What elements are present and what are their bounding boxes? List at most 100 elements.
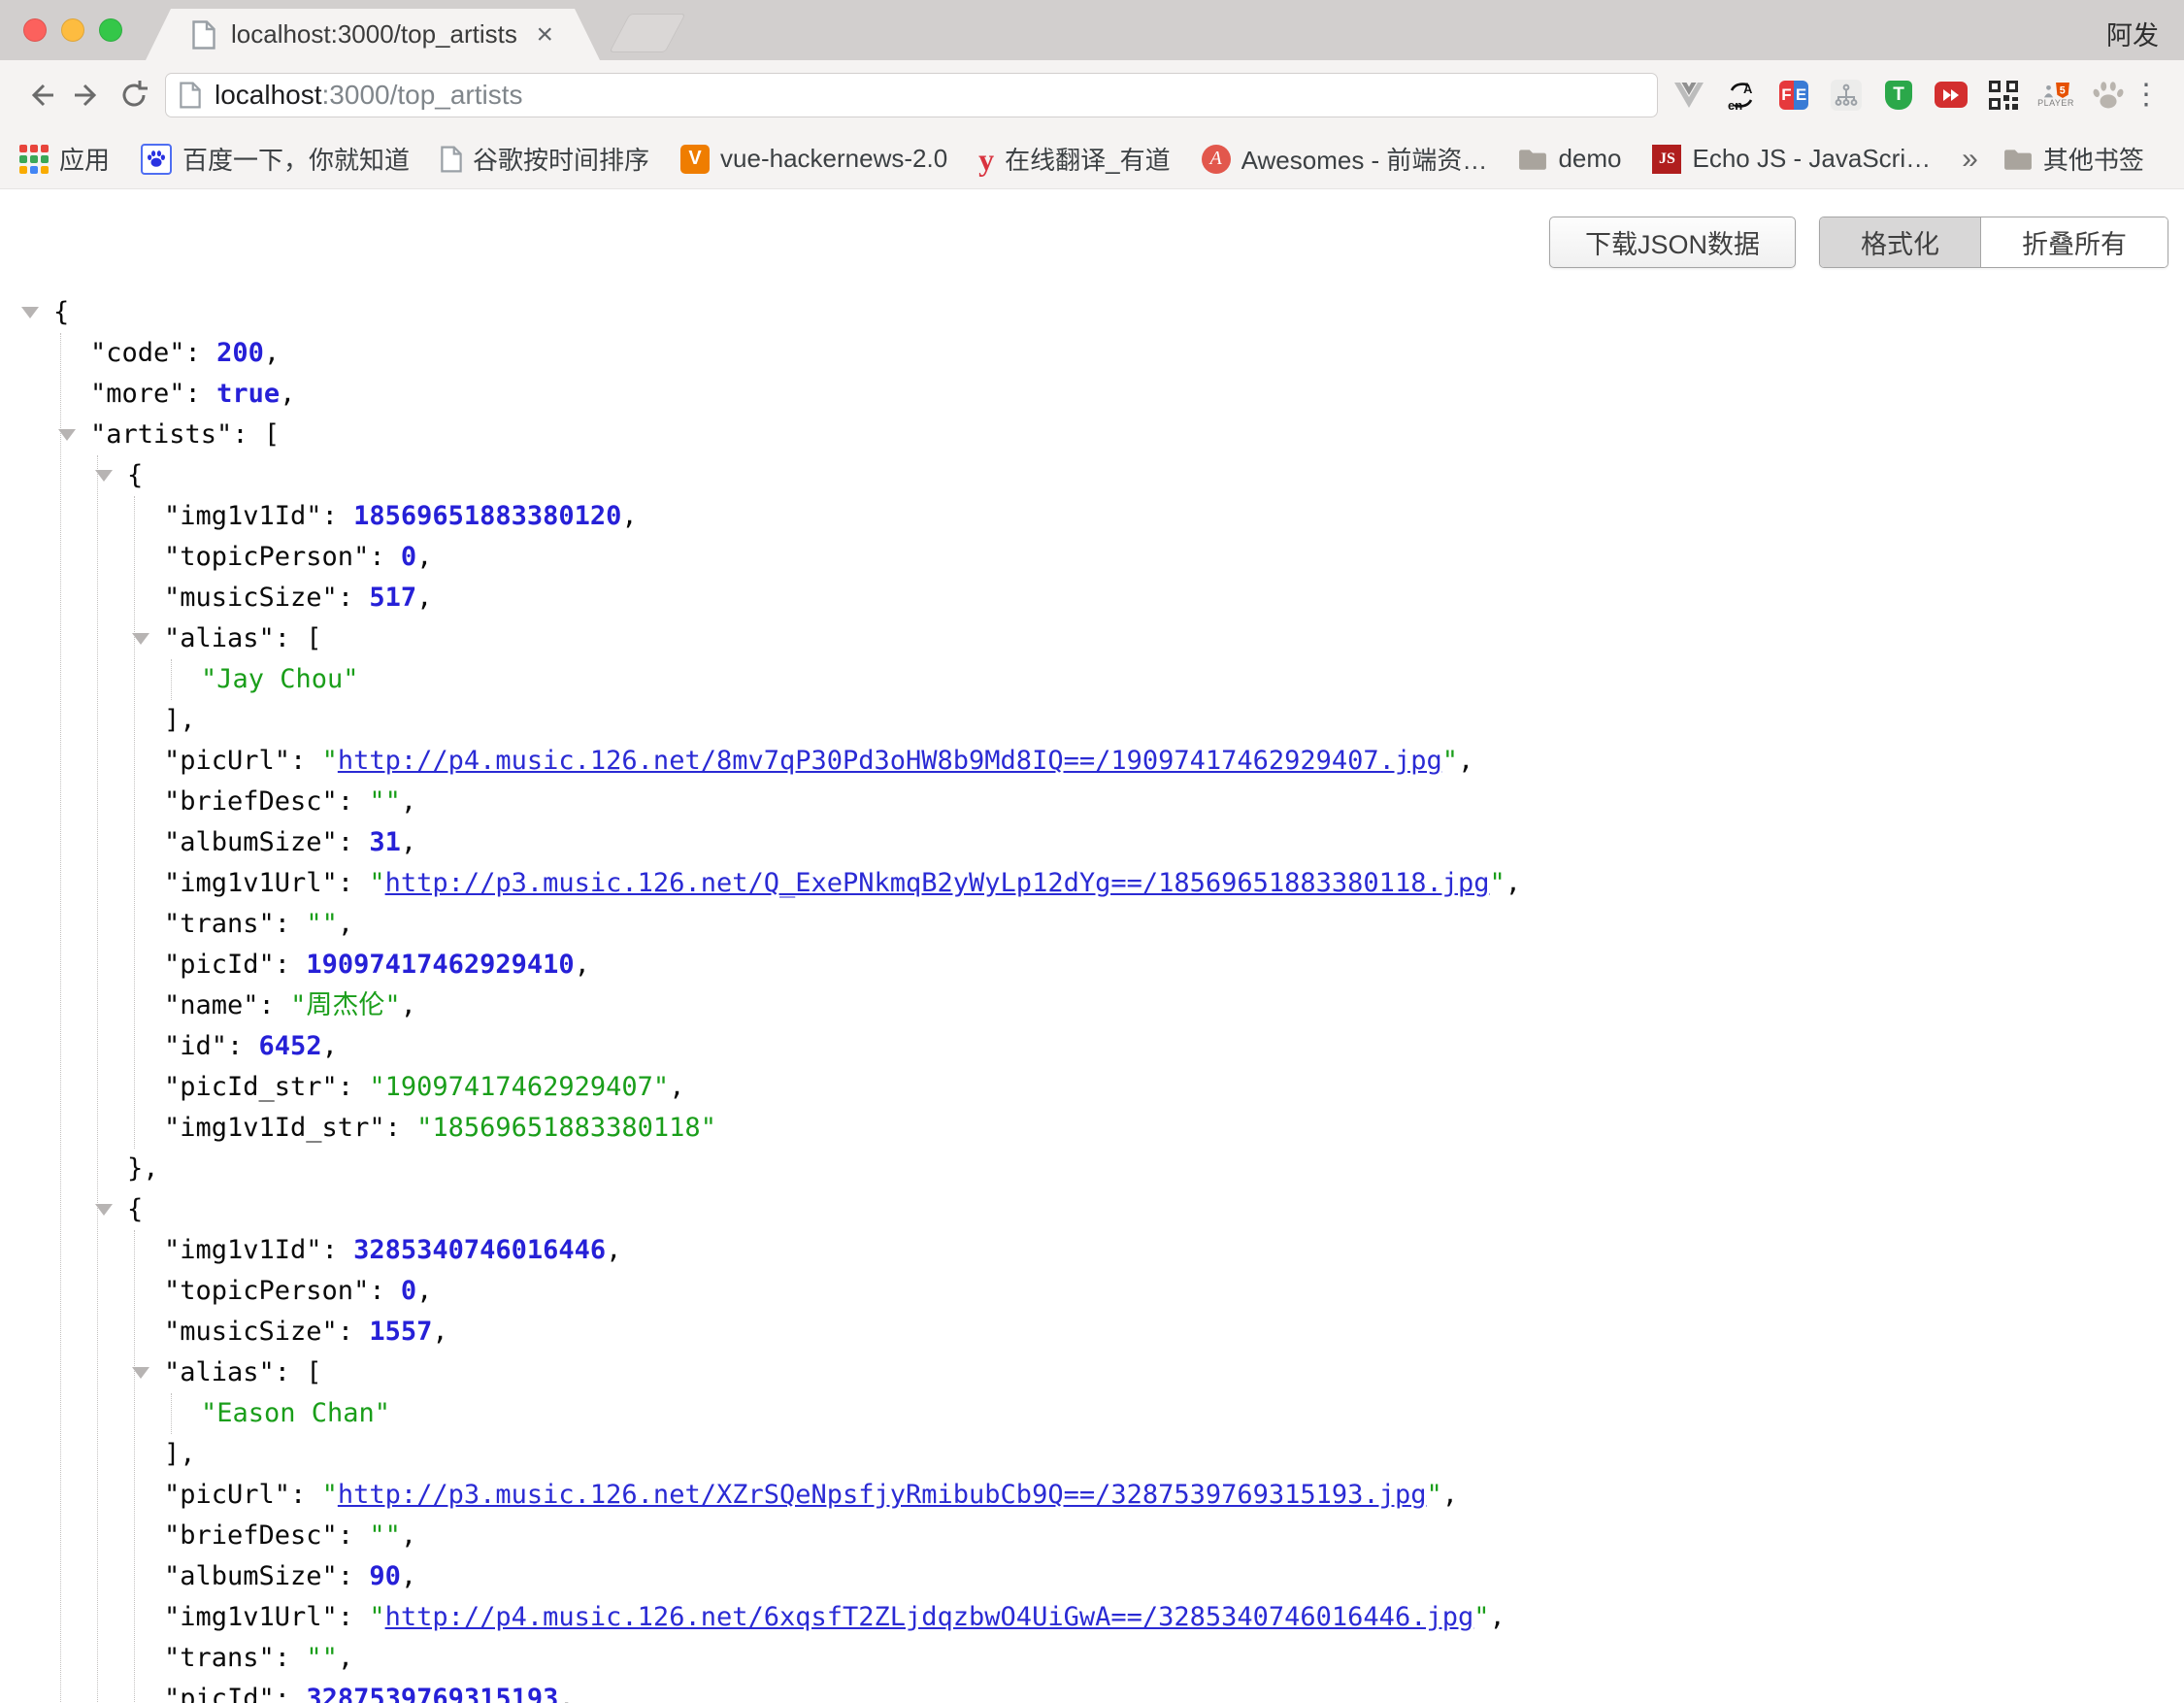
json-line: "id": 6452, xyxy=(164,1026,2184,1067)
json-token: "" xyxy=(369,1520,401,1551)
json-token: true xyxy=(216,379,280,409)
json-line: "musicSize": 517, xyxy=(164,578,2184,618)
collapse-all-button[interactable]: 折叠所有 xyxy=(1980,217,2167,267)
json-token: , xyxy=(621,501,637,531)
minimize-window-icon[interactable] xyxy=(61,18,84,42)
baidu-paw-icon xyxy=(141,144,172,175)
fehelper-icon[interactable]: FE xyxy=(1776,76,1811,115)
new-tab-button[interactable] xyxy=(609,14,685,52)
browser-menu-icon[interactable]: ⋮ xyxy=(2126,78,2167,112)
json-token: "" xyxy=(306,1643,338,1673)
reload-button[interactable] xyxy=(111,72,157,118)
json-token: ], xyxy=(164,705,196,735)
json-line: "Eason Chan" xyxy=(201,1393,2184,1434)
collapse-triangle-icon[interactable] xyxy=(58,429,76,441)
qrcode-icon[interactable] xyxy=(1986,76,2021,115)
bookmark-label: vue-hackernews-2.0 xyxy=(720,144,947,174)
json-token: : xyxy=(338,1561,370,1591)
json-line: "img1v1Id": 3285340746016446, xyxy=(164,1230,2184,1271)
other-bookmarks[interactable]: 其他书签 xyxy=(2003,141,2144,177)
json-token: : xyxy=(322,501,354,531)
json-token: , xyxy=(1442,1480,1458,1510)
bookmarks-overflow-icon[interactable]: » xyxy=(1962,143,1978,176)
sitemap-icon[interactable] xyxy=(1829,76,1864,115)
bookmark-label: 百度一下，你就知道 xyxy=(182,141,410,177)
json-token: "topicPerson" xyxy=(164,542,369,572)
json-token: , xyxy=(322,1031,338,1061)
json-token: 517 xyxy=(369,583,416,613)
json-token: , xyxy=(558,1684,574,1703)
browser-tab[interactable]: localhost:3000/top_artists × xyxy=(146,9,600,60)
json-line: "briefDesc": "", xyxy=(164,1516,2184,1556)
json-token: : xyxy=(338,786,370,817)
json-token: }, xyxy=(127,1153,159,1184)
back-button[interactable] xyxy=(17,72,64,118)
json-link[interactable]: http://p3.music.126.net/Q_ExePNkmqB2yWyL… xyxy=(385,868,1490,898)
json-token: " xyxy=(369,868,384,898)
json-link[interactable]: http://p3.music.126.net/XZrSQeNpsfjyRmib… xyxy=(338,1480,1427,1510)
tab-strip: localhost:3000/top_artists × 阿发 xyxy=(0,0,2184,60)
download-json-button[interactable]: 下载JSON数据 xyxy=(1549,217,1796,268)
json-children: "Eason Chan" xyxy=(171,1393,2184,1434)
json-children: "Jay Chou" xyxy=(171,659,2184,700)
json-token: : xyxy=(385,1113,417,1143)
json-token: "picId" xyxy=(164,1684,275,1703)
json-token: "id" xyxy=(164,1031,227,1061)
page-icon xyxy=(192,20,215,50)
bookmark-item[interactable]: AAwesomes - 前端资… xyxy=(1202,141,1488,177)
bookmark-label: 应用 xyxy=(59,141,110,177)
json-token: "trans" xyxy=(164,1643,275,1673)
json-token: "briefDesc" xyxy=(164,786,338,817)
json-line: "albumSize": 90, xyxy=(164,1556,2184,1597)
collapse-triangle-icon[interactable] xyxy=(21,307,39,318)
json-token: ], xyxy=(164,1439,196,1469)
tampermonkey-shield-icon[interactable]: T xyxy=(1881,76,1916,115)
translate-icon[interactable]: Aen xyxy=(1724,76,1759,115)
video-fastforward-icon[interactable] xyxy=(1934,76,1969,115)
bookmark-item[interactable]: 谷歌按时间排序 xyxy=(441,141,649,177)
json-line: "albumSize": 31, xyxy=(164,822,2184,863)
bookmark-item[interactable]: JSEcho JS - JavaScri… xyxy=(1652,144,1931,174)
json-line: { xyxy=(127,1189,2184,1230)
forward-button[interactable] xyxy=(64,72,111,118)
collapse-triangle-icon[interactable] xyxy=(132,633,149,645)
json-token: : xyxy=(275,950,307,980)
json-line: "musicSize": 1557, xyxy=(164,1312,2184,1352)
collapse-triangle-icon[interactable] xyxy=(95,470,113,482)
json-token: 3285340746016446 xyxy=(353,1235,606,1265)
json-token: , xyxy=(416,583,432,613)
json-token: " xyxy=(1489,868,1505,898)
json-line: "trans": "", xyxy=(164,1638,2184,1679)
maximize-window-icon[interactable] xyxy=(99,18,122,42)
profile-name[interactable]: 阿发 xyxy=(2106,15,2159,52)
collapse-triangle-icon[interactable] xyxy=(95,1204,113,1216)
json-token: : xyxy=(290,1480,322,1510)
paw-icon[interactable] xyxy=(2091,76,2126,115)
json-token: "picId_str" xyxy=(164,1072,338,1102)
json-token: "Jay Chou" xyxy=(201,664,359,694)
vue-devtools-icon[interactable] xyxy=(1671,76,1706,115)
json-token: : xyxy=(338,1072,370,1102)
bookmark-item[interactable]: 百度一下，你就知道 xyxy=(141,141,410,177)
json-token: , xyxy=(401,827,416,857)
json-line: "name": "周杰伦", xyxy=(164,985,2184,1026)
json-token: : [ xyxy=(275,623,322,653)
html5-player-icon[interactable]: 5PLAYER xyxy=(2038,76,2073,115)
json-link[interactable]: http://p4.music.126.net/8mv7qP30Pd3oHW8b… xyxy=(338,746,1442,776)
json-token: " xyxy=(369,1602,384,1632)
format-button[interactable]: 格式化 xyxy=(1820,217,1980,267)
json-token: : xyxy=(185,338,217,368)
bookmark-item[interactable]: Vvue-hackernews-2.0 xyxy=(680,144,947,174)
bookmark-label: demo xyxy=(1558,144,1621,174)
json-token: " xyxy=(1473,1602,1489,1632)
tab-close-icon[interactable]: × xyxy=(536,20,553,50)
page-content: 下载JSON数据 格式化 折叠所有 {"code": 200,"more": t… xyxy=(0,189,2184,1703)
address-bar[interactable]: localhost:3000/top_artists xyxy=(165,73,1658,117)
bookmark-item[interactable]: y在线翻译_有道 xyxy=(978,141,1170,177)
folder-icon xyxy=(1518,148,1547,171)
bookmark-apps[interactable]: 应用 xyxy=(19,141,110,177)
bookmark-item[interactable]: demo xyxy=(1518,144,1621,174)
collapse-triangle-icon[interactable] xyxy=(132,1367,149,1379)
close-window-icon[interactable] xyxy=(23,18,47,42)
json-link[interactable]: http://p4.music.126.net/6xqsfT2ZLjdqzbwO… xyxy=(385,1602,1474,1632)
